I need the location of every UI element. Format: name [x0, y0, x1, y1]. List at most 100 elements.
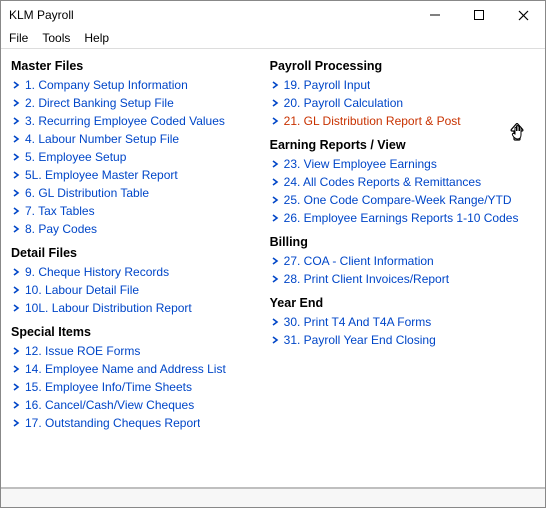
menu-item-label: 3. Recurring Employee Coded Values	[25, 113, 225, 129]
chevron-right-icon	[11, 224, 21, 234]
chevron-right-icon	[11, 346, 21, 356]
menu-item-label: 5L. Employee Master Report	[25, 167, 178, 183]
window-title: KLM Payroll	[9, 8, 413, 22]
menu-item-label: 20. Payroll Calculation	[284, 95, 403, 111]
menu-item-label: 30. Print T4 And T4A Forms	[284, 314, 432, 330]
chevron-right-icon	[270, 256, 280, 266]
menu-item-label: 31. Payroll Year End Closing	[284, 332, 436, 348]
content-area: Master Files 1. Company Setup Information…	[1, 49, 545, 487]
chevron-right-icon	[270, 80, 280, 90]
menu-item-label: 10L. Labour Distribution Report	[25, 300, 192, 316]
section-heading-detail-files: Detail Files	[11, 246, 266, 260]
menu-item-31-payroll-year-end-closing[interactable]: 31. Payroll Year End Closing	[270, 331, 537, 349]
chevron-right-icon	[11, 382, 21, 392]
left-column: Master Files 1. Company Setup Information…	[11, 59, 266, 483]
menu-item-label: 27. COA - Client Information	[284, 253, 434, 269]
window-controls	[413, 1, 545, 29]
menu-item-15-employee-info-time-sheets[interactable]: 15. Employee Info/Time Sheets	[11, 378, 266, 396]
menu-item-label: 25. One Code Compare-Week Range/YTD	[284, 192, 512, 208]
menu-item-25-one-code-compare-week-range-ytd[interactable]: 25. One Code Compare-Week Range/YTD	[270, 191, 537, 209]
menu-item-27-coa-client-information[interactable]: 27. COA - Client Information	[270, 252, 537, 270]
section-heading-master-files: Master Files	[11, 59, 266, 73]
chevron-right-icon	[11, 152, 21, 162]
menu-item-7-tax-tables[interactable]: 7. Tax Tables	[11, 202, 266, 220]
menu-item-20-payroll-calculation[interactable]: 20. Payroll Calculation	[270, 94, 537, 112]
menu-item-label: 26. Employee Earnings Reports 1-10 Codes	[284, 210, 519, 226]
chevron-right-icon	[11, 303, 21, 313]
chevron-right-icon	[270, 213, 280, 223]
menu-item-8-pay-codes[interactable]: 8. Pay Codes	[11, 220, 266, 238]
close-button[interactable]	[501, 1, 545, 29]
menu-item-label: 15. Employee Info/Time Sheets	[25, 379, 192, 395]
menu-item-9-cheque-history-records[interactable]: 9. Cheque History Records	[11, 263, 266, 281]
menu-item-10-labour-detail-file[interactable]: 10. Labour Detail File	[11, 281, 266, 299]
chevron-right-icon	[11, 267, 21, 277]
menu-help[interactable]: Help	[84, 31, 109, 45]
menu-item-label: 19. Payroll Input	[284, 77, 371, 93]
menu-item-5-employee-setup[interactable]: 5. Employee Setup	[11, 148, 266, 166]
section-heading-billing: Billing	[270, 235, 537, 249]
chevron-right-icon	[11, 418, 21, 428]
menu-item-label: 12. Issue ROE Forms	[25, 343, 140, 359]
menu-item-24-all-codes-reports-remittances[interactable]: 24. All Codes Reports & Remittances	[270, 173, 537, 191]
chevron-right-icon	[11, 116, 21, 126]
menu-item-21-gl-distribution-report-post[interactable]: 21. GL Distribution Report & Post	[270, 112, 537, 130]
menu-item-28-print-client-invoices-report[interactable]: 28. Print Client Invoices/Report	[270, 270, 537, 288]
menu-item-30-print-t4-and-t4a-forms[interactable]: 30. Print T4 And T4A Forms	[270, 313, 537, 331]
menu-item-10l-labour-distribution-report[interactable]: 10L. Labour Distribution Report	[11, 299, 266, 317]
menu-item-label: 16. Cancel/Cash/View Cheques	[25, 397, 194, 413]
section-heading-earning-reports-view: Earning Reports / View	[270, 138, 537, 152]
section-heading-payroll-processing: Payroll Processing	[270, 59, 537, 73]
menu-item-17-outstanding-cheques-report[interactable]: 17. Outstanding Cheques Report	[11, 414, 266, 432]
menu-item-label: 17. Outstanding Cheques Report	[25, 415, 200, 431]
section-heading-special-items: Special Items	[11, 325, 266, 339]
menu-item-6-gl-distribution-table[interactable]: 6. GL Distribution Table	[11, 184, 266, 202]
chevron-right-icon	[270, 98, 280, 108]
menu-tools[interactable]: Tools	[42, 31, 70, 45]
chevron-right-icon	[270, 177, 280, 187]
chevron-right-icon	[270, 116, 280, 126]
app-window: KLM Payroll File Tools Help Master Files…	[0, 0, 546, 508]
menu-item-16-cancel-cash-view-cheques[interactable]: 16. Cancel/Cash/View Cheques	[11, 396, 266, 414]
chevron-right-icon	[11, 285, 21, 295]
menu-item-label: 24. All Codes Reports & Remittances	[284, 174, 481, 190]
menu-item-label: 2. Direct Banking Setup File	[25, 95, 174, 111]
menu-item-label: 10. Labour Detail File	[25, 282, 139, 298]
menu-item-5l-employee-master-report[interactable]: 5L. Employee Master Report	[11, 166, 266, 184]
chevron-right-icon	[11, 400, 21, 410]
menu-item-label: 4. Labour Number Setup File	[25, 131, 179, 147]
menu-item-label: 14. Employee Name and Address List	[25, 361, 226, 377]
chevron-right-icon	[11, 98, 21, 108]
menubar: File Tools Help	[1, 29, 545, 49]
section-heading-year-end: Year End	[270, 296, 537, 310]
chevron-right-icon	[11, 80, 21, 90]
menu-item-label: 7. Tax Tables	[25, 203, 95, 219]
menu-item-12-issue-roe-forms[interactable]: 12. Issue ROE Forms	[11, 342, 266, 360]
menu-item-label: 23. View Employee Earnings	[284, 156, 437, 172]
chevron-right-icon	[11, 188, 21, 198]
menu-item-2-direct-banking-setup-file[interactable]: 2. Direct Banking Setup File	[11, 94, 266, 112]
menu-item-label: 9. Cheque History Records	[25, 264, 169, 280]
menu-item-4-labour-number-setup-file[interactable]: 4. Labour Number Setup File	[11, 130, 266, 148]
chevron-right-icon	[11, 134, 21, 144]
menu-item-14-employee-name-and-address-list[interactable]: 14. Employee Name and Address List	[11, 360, 266, 378]
menu-item-label: 8. Pay Codes	[25, 221, 97, 237]
chevron-right-icon	[270, 195, 280, 205]
right-column: Payroll Processing 19. Payroll Input 20. P…	[270, 59, 537, 483]
menu-item-3-recurring-employee-coded-values[interactable]: 3. Recurring Employee Coded Values	[11, 112, 266, 130]
menu-item-26-employee-earnings-reports-1-10-codes[interactable]: 26. Employee Earnings Reports 1-10 Codes	[270, 209, 537, 227]
minimize-button[interactable]	[413, 1, 457, 29]
menu-item-label: 5. Employee Setup	[25, 149, 126, 165]
menu-item-label: 28. Print Client Invoices/Report	[284, 271, 449, 287]
menu-file[interactable]: File	[9, 31, 28, 45]
titlebar: KLM Payroll	[1, 1, 545, 29]
menu-item-label: 6. GL Distribution Table	[25, 185, 149, 201]
maximize-button[interactable]	[457, 1, 501, 29]
chevron-right-icon	[270, 335, 280, 345]
menu-item-23-view-employee-earnings[interactable]: 23. View Employee Earnings	[270, 155, 537, 173]
chevron-right-icon	[11, 206, 21, 216]
menu-item-19-payroll-input[interactable]: 19. Payroll Input	[270, 76, 537, 94]
menu-item-1-company-setup-information[interactable]: 1. Company Setup Information	[11, 76, 266, 94]
menu-item-label: 1. Company Setup Information	[25, 77, 188, 93]
chevron-right-icon	[270, 274, 280, 284]
